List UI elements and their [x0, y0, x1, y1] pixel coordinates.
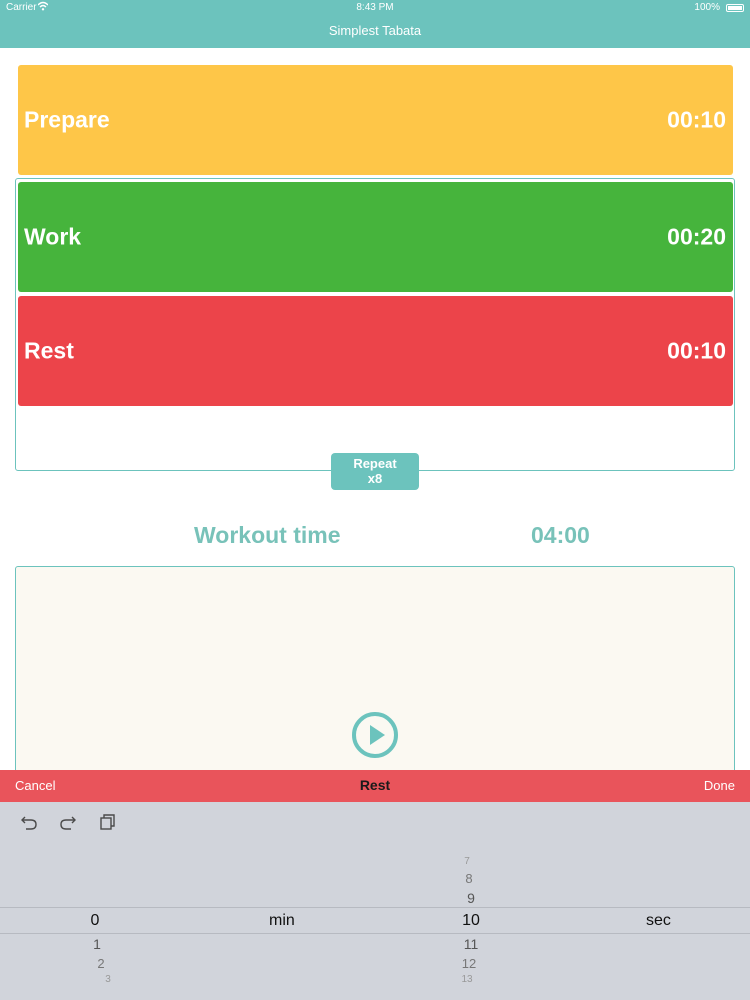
- minutes-selected[interactable]: 0: [75, 912, 115, 930]
- picker-toolbar: Cancel Rest Done: [0, 770, 750, 802]
- battery-icon: [726, 4, 744, 12]
- seconds-option[interactable]: 8: [449, 871, 489, 886]
- app-title: Simplest Tabata: [328, 23, 422, 38]
- status-bar: Carrier 8:43 PM 100%: [0, 0, 750, 16]
- seconds-selected[interactable]: 10: [451, 912, 491, 930]
- phase-time: 00:10: [667, 106, 726, 133]
- seconds-option[interactable]: 9: [451, 890, 491, 906]
- play-icon[interactable]: [351, 711, 399, 759]
- done-button[interactable]: Done: [704, 778, 735, 793]
- battery-percent: 100%: [694, 2, 720, 13]
- phase-label: Work: [24, 223, 82, 250]
- phase-prepare[interactable]: Prepare 00:10: [18, 65, 733, 175]
- phase-label: Rest: [24, 337, 74, 364]
- nav-bar: Simplest Tabata: [0, 16, 750, 48]
- paste-icon[interactable]: [98, 812, 118, 832]
- minutes-unit-label: min: [269, 912, 295, 929]
- workout-time-value: 04:00: [531, 522, 590, 548]
- minutes-option[interactable]: 2: [81, 956, 121, 971]
- seconds-option[interactable]: 13: [447, 974, 487, 985]
- repeat-button[interactable]: Repeat x8: [331, 453, 419, 490]
- picker-title: Rest: [359, 777, 391, 793]
- repeat-label: Repeat: [353, 456, 397, 471]
- phase-time: 00:10: [667, 337, 726, 364]
- phase-work[interactable]: Work 00:20: [18, 182, 733, 292]
- phase-rest[interactable]: Rest 00:10: [18, 296, 733, 406]
- undo-icon[interactable]: [19, 812, 39, 832]
- repeat-count: x8: [367, 471, 383, 486]
- seconds-option[interactable]: 12: [449, 956, 489, 971]
- minutes-option[interactable]: 3: [88, 974, 128, 985]
- seconds-option[interactable]: 11: [451, 936, 491, 952]
- phase-label: Prepare: [24, 106, 110, 133]
- minutes-option[interactable]: 1: [77, 936, 117, 952]
- workout-time-label: Workout time: [194, 522, 341, 548]
- seconds-unit-label: sec: [646, 912, 671, 929]
- phase-time: 00:20: [667, 223, 726, 250]
- redo-icon[interactable]: [58, 812, 78, 832]
- status-time: 8:43 PM: [356, 2, 394, 13]
- seconds-option[interactable]: 7: [447, 856, 487, 867]
